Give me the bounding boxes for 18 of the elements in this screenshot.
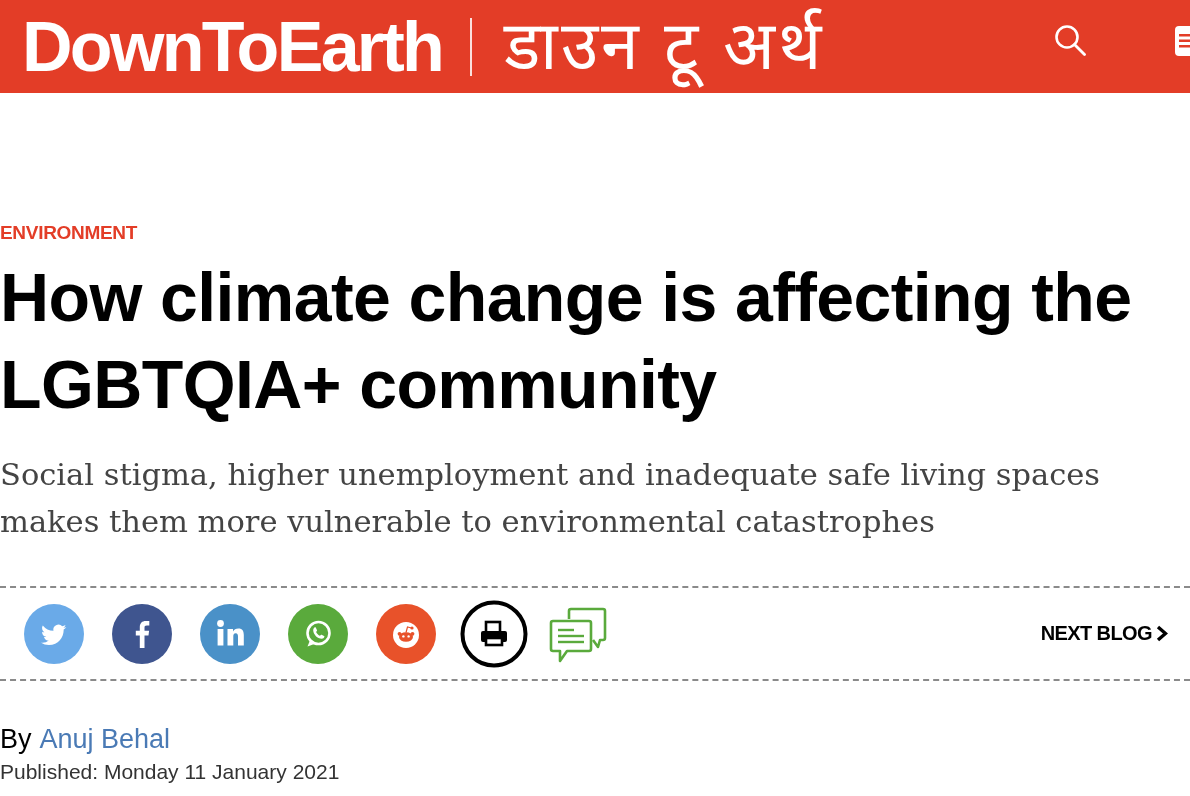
category-link[interactable]: ENVIRONMENT — [0, 222, 138, 244]
comments-icon[interactable] — [549, 606, 607, 663]
whatsapp-icon[interactable] — [288, 603, 348, 664]
author-link[interactable]: Anuj Behal — [39, 721, 171, 757]
linkedin-icon[interactable] — [200, 603, 260, 664]
menu-icon[interactable] — [1175, 25, 1190, 56]
article-subtitle: Social stigma, higher unemployment and inadequate safe living spaces makes them more vulnerable to environmental catastrophes — [0, 456, 1101, 541]
byline-label: By — [0, 723, 32, 756]
published-date: Published: Monday 11 January 2021 — [0, 759, 340, 785]
article-title: How climate change is affecting the LGBTQIA+ community — [0, 258, 1133, 424]
print-icon[interactable] — [460, 599, 528, 668]
logo-text[interactable]: DownToEarth — [22, 6, 443, 87]
twitter-icon[interactable] — [24, 603, 84, 664]
search-icon[interactable] — [1054, 23, 1086, 56]
next-blog-link[interactable]: NEXT BLOG — [1040, 622, 1168, 645]
reddit-icon[interactable] — [376, 603, 436, 664]
facebook-icon[interactable] — [112, 603, 172, 664]
chevron-right-icon — [1156, 625, 1168, 642]
